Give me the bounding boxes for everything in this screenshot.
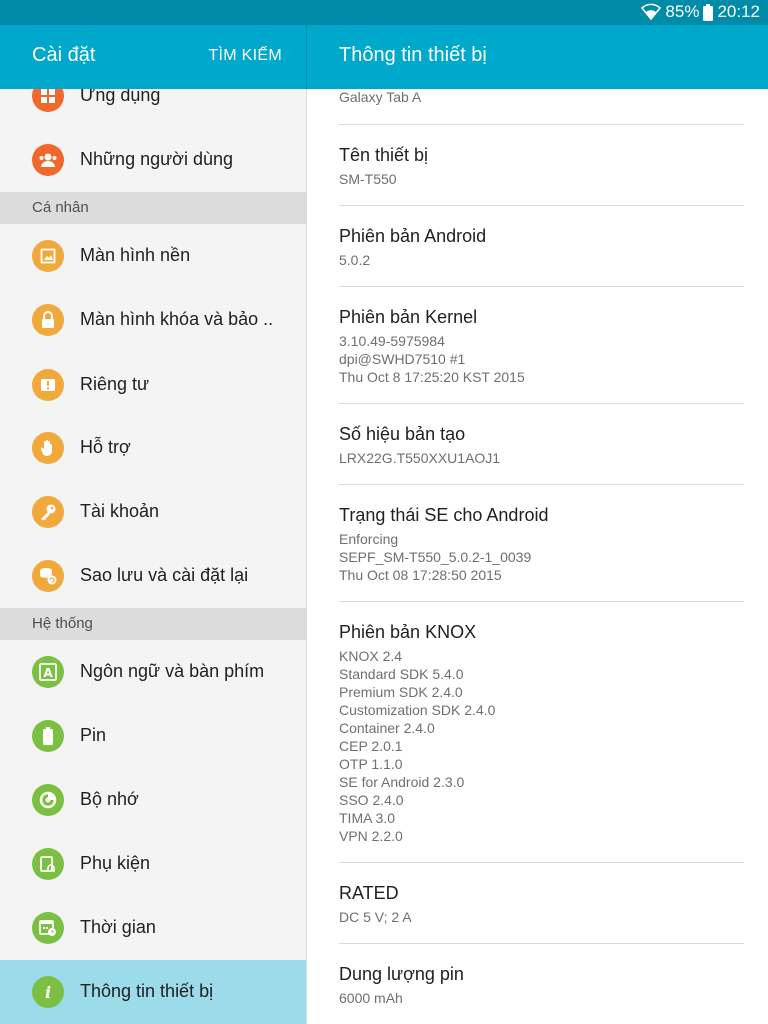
- info-item-se-status[interactable]: Trạng thái SE cho Android Enforcing SEPF…: [339, 504, 744, 584]
- info-item-device-name[interactable]: Tên thiết bị SM-T550: [339, 144, 744, 188]
- info-title: Phiên bản KNOX: [339, 622, 477, 642]
- backup-icon: [32, 560, 64, 592]
- model-value: Galaxy Tab A: [339, 89, 422, 105]
- info-value: 3.10.49-5975984 dpi@SWHD7510 #1 Thu Oct …: [339, 333, 525, 385]
- menu-item-label: Phụ kiện: [80, 853, 151, 873]
- section-header-personal: Cá nhân: [0, 192, 306, 224]
- info-title: Phiên bản Android: [339, 226, 487, 246]
- apps-grid-icon: [32, 89, 64, 112]
- info-item-rated[interactable]: RATED DC 5 V; 2 A: [339, 882, 744, 926]
- info-item-build-number[interactable]: Số hiệu bản tạo LRX22G.T550XXU1AOJ1: [339, 423, 744, 467]
- search-button[interactable]: TÌM KIẾM: [208, 47, 282, 65]
- language-icon: A: [32, 656, 64, 688]
- lock-icon: [32, 304, 64, 336]
- info-title: RATED: [339, 883, 399, 903]
- accessories-icon: [32, 848, 64, 880]
- battery-icon: [703, 3, 714, 21]
- info-value: 6000 mAh: [339, 990, 403, 1006]
- menu-item-label: Tài khoản: [80, 501, 160, 521]
- info-item-android-version[interactable]: Phiên bản Android 5.0.2: [339, 225, 744, 269]
- menu-item-wallpaper[interactable]: Màn hình nền: [0, 224, 306, 288]
- info-item-knox[interactable]: Phiên bản KNOX KNOX 2.4 Standard SDK 5.4…: [339, 621, 744, 845]
- svg-text:i: i: [45, 983, 51, 1001]
- info-item-kernel[interactable]: Phiên bản Kernel 3.10.49-5975984 dpi@SWH…: [339, 306, 744, 386]
- menu-item-label: Bộ nhớ: [80, 789, 139, 809]
- device-info-panel[interactable]: Galaxy Tab A Tên thiết bị SM-T550 Phiên …: [307, 89, 768, 1024]
- battery-percent: 85%: [665, 2, 700, 21]
- key-icon: [32, 496, 64, 528]
- menu-item-label: Ứng dụng: [80, 89, 161, 105]
- menu-item-backup[interactable]: Sao lưu và cài đặt lại: [0, 544, 306, 608]
- info-item-battery-capacity[interactable]: Dung lượng pin 6000 mAh: [339, 963, 744, 1007]
- info-title: Phiên bản Kernel: [339, 307, 478, 327]
- users-icon: [32, 144, 64, 176]
- battery-icon: [32, 720, 64, 752]
- menu-item-battery[interactable]: Pin: [0, 704, 306, 768]
- menu-item-storage[interactable]: Bộ nhớ: [0, 768, 306, 832]
- settings-app-bar: Cài đặt TÌM KIẾM: [0, 25, 306, 89]
- settings-title: Cài đặt: [32, 44, 96, 66]
- hand-icon: [32, 432, 64, 464]
- menu-item-privacy[interactable]: Riêng tư: [0, 353, 306, 417]
- svg-text:A: A: [43, 666, 53, 680]
- divider: [339, 286, 744, 287]
- status-bar: 85% 20:12: [0, 0, 768, 25]
- section-label: Hệ thống: [32, 615, 93, 632]
- storage-icon: [32, 784, 64, 816]
- info-value: 5.0.2: [339, 252, 371, 268]
- info-title: Số hiệu bản tạo: [339, 424, 466, 444]
- info-value: LRX22G.T550XXU1AOJ1: [339, 450, 501, 466]
- section-header-system: Hệ thống: [0, 608, 306, 640]
- menu-item-label: Ngôn ngữ và bàn phím: [80, 661, 265, 681]
- info-icon: i: [32, 976, 64, 1008]
- menu-item-label: Những người dùng: [80, 149, 233, 169]
- info-title: Trạng thái SE cho Android: [339, 505, 549, 525]
- privacy-icon: [32, 369, 64, 401]
- divider: [339, 124, 744, 125]
- menu-item-label: Sao lưu và cài đặt lại: [80, 565, 249, 585]
- divider: [339, 484, 744, 485]
- divider: [339, 403, 744, 404]
- menu-item-label: Thời gian: [80, 917, 156, 937]
- menu-item-apps[interactable]: Ứng dụng: [0, 89, 306, 128]
- divider: [339, 601, 744, 602]
- menu-item-label: Màn hình khóa và bảo ..: [80, 309, 274, 329]
- info-value: KNOX 2.4 Standard SDK 5.4.0 Premium SDK …: [339, 648, 496, 844]
- info-value: DC 5 V; 2 A: [339, 909, 412, 925]
- menu-item-datetime[interactable]: Thời gian: [0, 896, 306, 960]
- divider: [339, 862, 744, 863]
- calendar-clock-icon: [32, 912, 64, 944]
- menu-item-label: Riêng tư: [80, 374, 150, 394]
- menu-item-language[interactable]: A Ngôn ngữ và bàn phím: [0, 640, 306, 704]
- menu-item-accessories[interactable]: Phụ kiện: [0, 832, 306, 896]
- info-title: Dung lượng pin: [339, 964, 464, 984]
- menu-item-accounts[interactable]: Tài khoản: [0, 480, 306, 544]
- menu-item-users[interactable]: Những người dùng: [0, 128, 306, 192]
- page-title: Thông tin thiết bị: [339, 44, 487, 66]
- section-label: Cá nhân: [32, 199, 89, 216]
- detail-app-bar: Thông tin thiết bị: [307, 25, 768, 89]
- clock: 20:12: [717, 2, 760, 21]
- settings-menu[interactable]: Ứng dụng Những người dùng Cá nhân Màn hì…: [0, 89, 306, 1024]
- info-value: Enforcing SEPF_SM-T550_5.0.2-1_0039 Thu …: [339, 531, 532, 583]
- menu-item-accessibility[interactable]: Hỗ trợ: [0, 416, 306, 480]
- menu-item-label: Thông tin thiết bị: [80, 981, 214, 1001]
- menu-item-about[interactable]: i Thông tin thiết bị: [0, 960, 306, 1024]
- wallpaper-icon: [32, 240, 64, 272]
- info-value: SM-T550: [339, 171, 397, 187]
- menu-item-label: Hỗ trợ: [80, 437, 131, 457]
- info-title: Tên thiết bị: [339, 145, 429, 165]
- menu-item-label: Màn hình nền: [80, 245, 191, 265]
- menu-item-label: Pin: [80, 725, 107, 745]
- menu-item-lockscreen[interactable]: Màn hình khóa và bảo ..: [0, 288, 306, 352]
- wifi-icon: [641, 3, 662, 21]
- divider: [339, 205, 744, 206]
- divider: [339, 943, 744, 944]
